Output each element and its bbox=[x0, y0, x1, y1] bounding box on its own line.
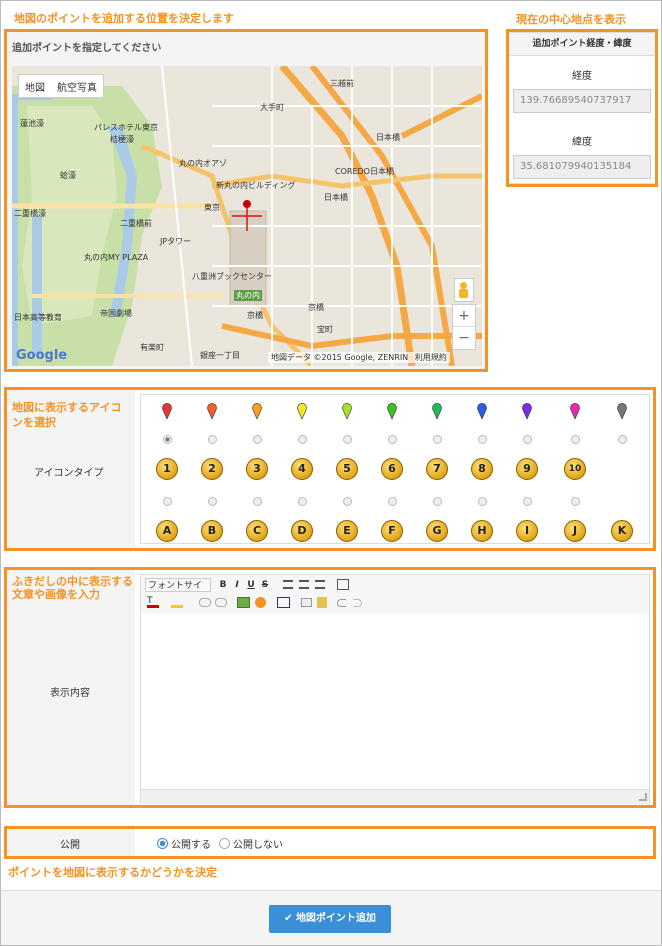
coords-highlight-box bbox=[506, 29, 658, 187]
publish-highlight-box bbox=[4, 826, 656, 859]
check-icon: ✔ bbox=[284, 913, 293, 924]
annotation-center-point: 現在の中心地点を表示 bbox=[516, 13, 626, 26]
add-map-point-label: 地図ポイント追加 bbox=[295, 913, 376, 924]
annotation-visibility: ポイントを地図に表示するかどうかを決定 bbox=[8, 866, 217, 879]
annotation-map-position: 地図のポイントを追加する位置を決定します bbox=[14, 12, 234, 25]
icon-highlight-box bbox=[4, 387, 656, 551]
map-highlight-box bbox=[4, 29, 488, 372]
content-highlight-box bbox=[4, 567, 656, 808]
add-map-point-button[interactable]: ✔ 地図ポイント追加 bbox=[269, 905, 391, 933]
